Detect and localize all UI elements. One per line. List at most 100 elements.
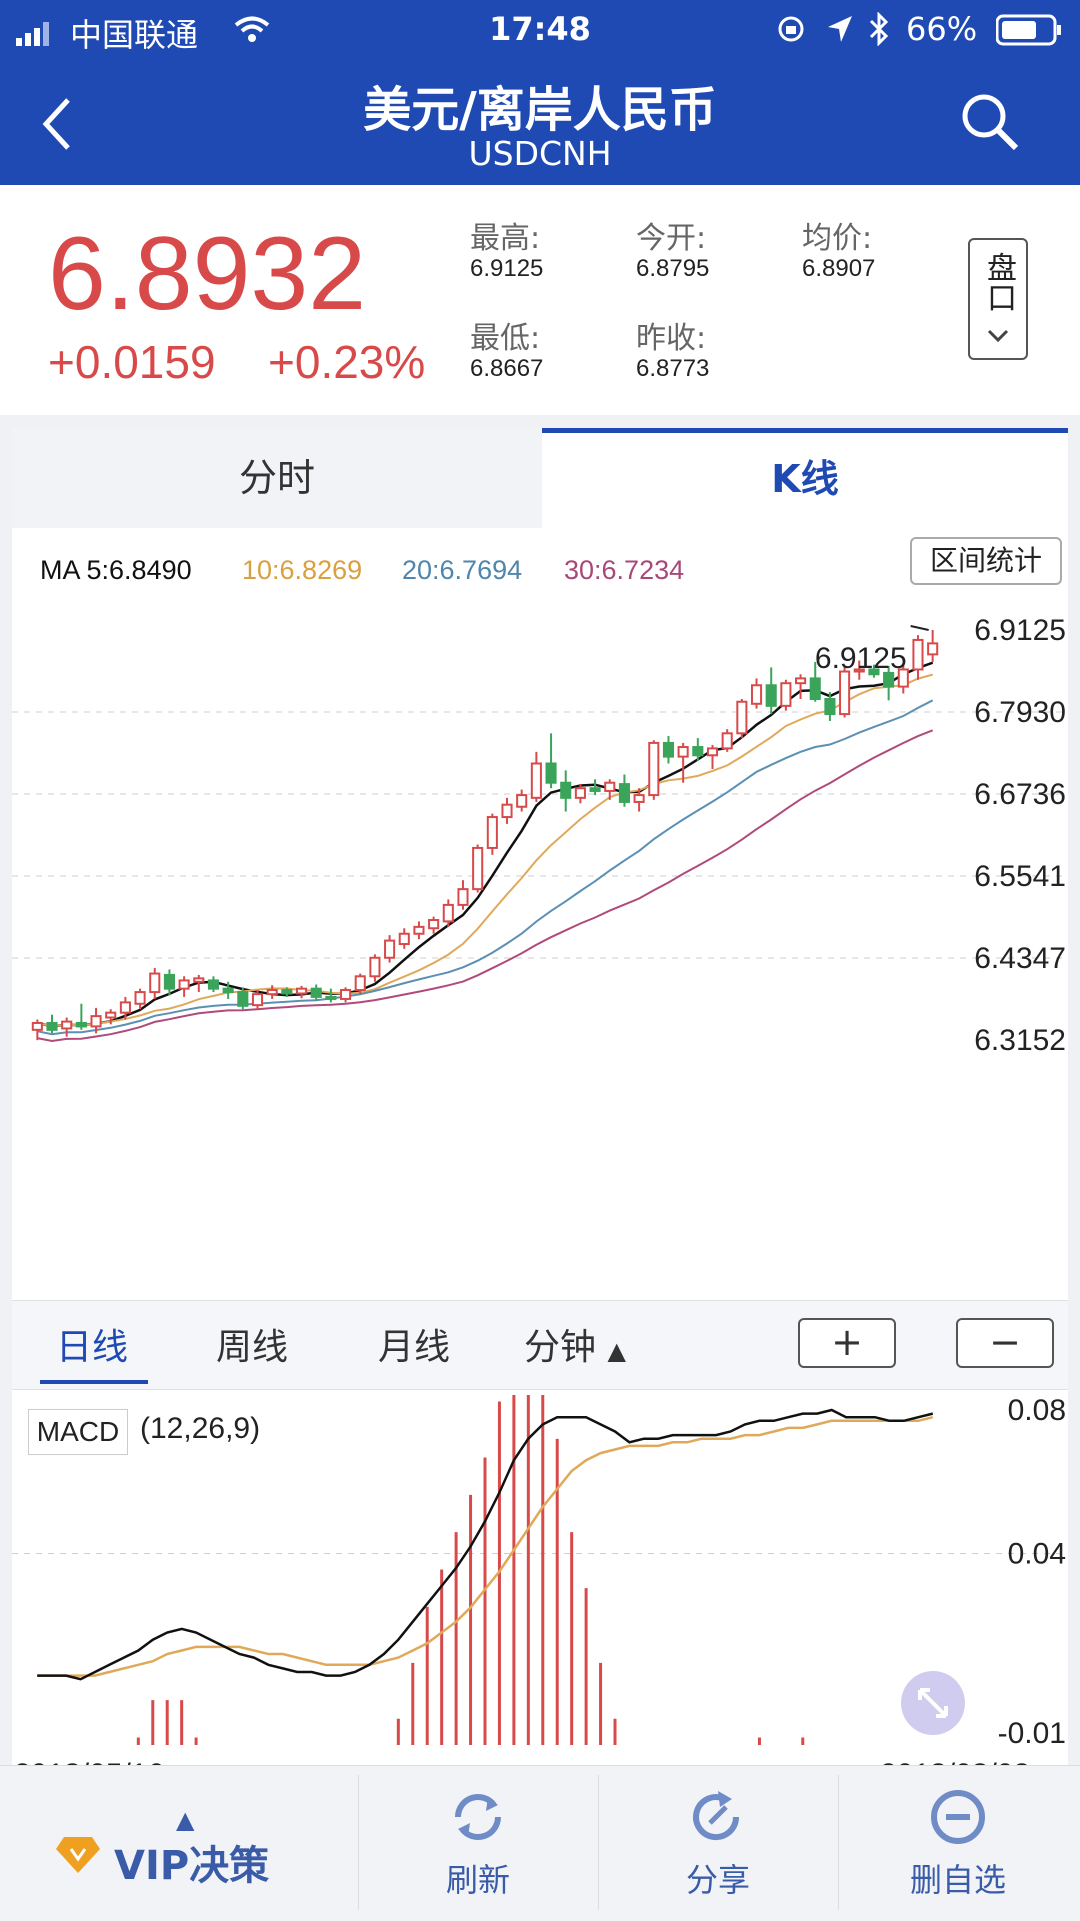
ma10-value: 10:6.8269 bbox=[242, 555, 363, 585]
period-month[interactable]: 月线 bbox=[378, 1318, 450, 1370]
stat-avg-value: 6.8907 bbox=[802, 255, 876, 282]
tab-kline[interactable]: K线 bbox=[542, 428, 1068, 528]
y-tick-label: 6.7930 bbox=[974, 696, 1066, 729]
remove-watchlist-label: 删自选 bbox=[909, 1861, 1006, 1899]
candle-up bbox=[413, 925, 425, 935]
candle-up bbox=[295, 987, 308, 995]
candle-down bbox=[281, 989, 293, 995]
price-change: +0.0159 bbox=[48, 336, 216, 388]
candle-up bbox=[354, 975, 366, 992]
candle-up bbox=[31, 1021, 43, 1031]
candle-up bbox=[266, 989, 278, 996]
period-day[interactable]: 日线 bbox=[56, 1318, 128, 1370]
order-book-label: 盘口 bbox=[981, 252, 1016, 312]
search-icon[interactable] bbox=[958, 90, 1022, 158]
y-tick-label: 6.6736 bbox=[974, 778, 1066, 811]
candle-up bbox=[105, 1011, 117, 1019]
location-icon bbox=[826, 14, 854, 48]
candle-up bbox=[457, 888, 469, 906]
stat-open-value: 6.8795 bbox=[636, 255, 710, 282]
refresh-icon bbox=[448, 1787, 508, 1847]
ma10-line bbox=[37, 673, 933, 1028]
expand-chart-icon[interactable] bbox=[900, 1670, 966, 1740]
candle-up bbox=[486, 816, 498, 849]
candle-up bbox=[149, 972, 161, 994]
page-title: 美元/离岸人民币 bbox=[363, 82, 717, 138]
candle-down bbox=[765, 684, 777, 707]
battery-percent: 66% bbox=[906, 10, 978, 48]
chevron-down-icon bbox=[970, 318, 1026, 348]
candle-up bbox=[251, 993, 264, 1007]
candle-up bbox=[750, 684, 763, 705]
candle-up bbox=[398, 932, 410, 946]
y-tick-label: 6.9125 bbox=[974, 614, 1066, 647]
triangle-up-icon: ▲ bbox=[607, 1337, 626, 1365]
candle-up bbox=[736, 700, 748, 735]
stat-low-value: 6.8667 bbox=[470, 355, 544, 382]
candle-up bbox=[912, 638, 924, 671]
candle-down bbox=[662, 741, 675, 758]
candle-up bbox=[516, 794, 528, 808]
candle-down bbox=[618, 783, 630, 803]
max-price-label: 6.9125 bbox=[815, 642, 907, 675]
period-minute[interactable]: 分钟 ▲ bbox=[524, 1318, 626, 1370]
status-bar: 中国联通 17:48 66% bbox=[0, 0, 1080, 62]
candle-up bbox=[677, 746, 689, 758]
vip-decision-button[interactable]: VIP决策 bbox=[30, 1765, 270, 1920]
candle-down bbox=[310, 987, 322, 998]
zoom-out-button[interactable]: − bbox=[956, 1318, 1054, 1368]
candle-down bbox=[824, 697, 836, 716]
zoom-in-button[interactable]: + bbox=[798, 1318, 896, 1368]
candle-up bbox=[706, 747, 719, 757]
ma5-value: MA 5:6.8490 bbox=[40, 555, 192, 585]
candle-down bbox=[163, 973, 175, 990]
remove-watchlist-button[interactable]: 删自选 bbox=[838, 1765, 1078, 1920]
candle-up bbox=[530, 762, 542, 799]
candle-up bbox=[61, 1020, 73, 1030]
range-stats-button[interactable]: 区间统计 bbox=[910, 537, 1062, 585]
share-label: 分享 bbox=[685, 1861, 750, 1899]
candle-up bbox=[927, 642, 939, 656]
order-book-button[interactable]: 盘口 bbox=[968, 238, 1028, 360]
candle-up bbox=[721, 732, 733, 750]
candle-down bbox=[75, 1021, 87, 1028]
candle-up bbox=[119, 1001, 131, 1014]
share-icon bbox=[688, 1787, 748, 1847]
candle-down bbox=[545, 762, 557, 784]
stat-prev-close-value: 6.8773 bbox=[636, 355, 710, 382]
tab-intraday[interactable]: 分时 bbox=[12, 428, 542, 528]
candle-up bbox=[428, 919, 440, 930]
candle-up bbox=[384, 939, 396, 959]
share-button[interactable]: 分享 bbox=[598, 1765, 838, 1920]
candle-up bbox=[472, 846, 484, 891]
candle-up bbox=[604, 781, 616, 792]
candlestick-chart[interactable]: 6.9125 6.7930 6.6736 6.5541 6.4347 6.3152 6.91… bbox=[0, 590, 1080, 1290]
y-tick-label: 6.4347 bbox=[974, 942, 1066, 975]
candle-down bbox=[692, 746, 704, 757]
diamond-icon bbox=[54, 1835, 102, 1879]
minus-circle-icon bbox=[928, 1787, 988, 1847]
stat-prev-close-label: 昨收: bbox=[636, 321, 707, 356]
y-tick-label: 0.08 bbox=[1008, 1395, 1066, 1427]
orientation-lock-icon bbox=[776, 14, 806, 48]
bluetooth-icon bbox=[868, 11, 890, 50]
candle-up bbox=[574, 787, 586, 799]
last-price: 6.8932 bbox=[48, 216, 367, 332]
candle-down bbox=[222, 987, 234, 994]
candle-up bbox=[193, 977, 205, 983]
candle-down bbox=[560, 781, 572, 799]
refresh-button[interactable]: 刷新 bbox=[358, 1765, 598, 1920]
candle-down bbox=[325, 995, 337, 1000]
quote-summary: 6.8932 +0.0159 +0.23% 最高: 6.9125 今开: 6.8… bbox=[0, 185, 1080, 415]
stat-avg-label: 均价: bbox=[802, 221, 873, 256]
candle-up bbox=[340, 989, 352, 1000]
chart-tabs: 分时 K线 bbox=[12, 428, 1068, 528]
candle-down bbox=[237, 991, 249, 1007]
candle-up bbox=[633, 794, 645, 803]
stat-high-label: 最高: bbox=[470, 221, 541, 256]
period-week[interactable]: 周线 bbox=[216, 1318, 288, 1370]
ma30-value: 30:6.7234 bbox=[564, 555, 685, 585]
candle-up bbox=[795, 677, 807, 685]
y-tick-label: 6.3152 bbox=[974, 1024, 1066, 1057]
candle-down bbox=[207, 979, 220, 990]
